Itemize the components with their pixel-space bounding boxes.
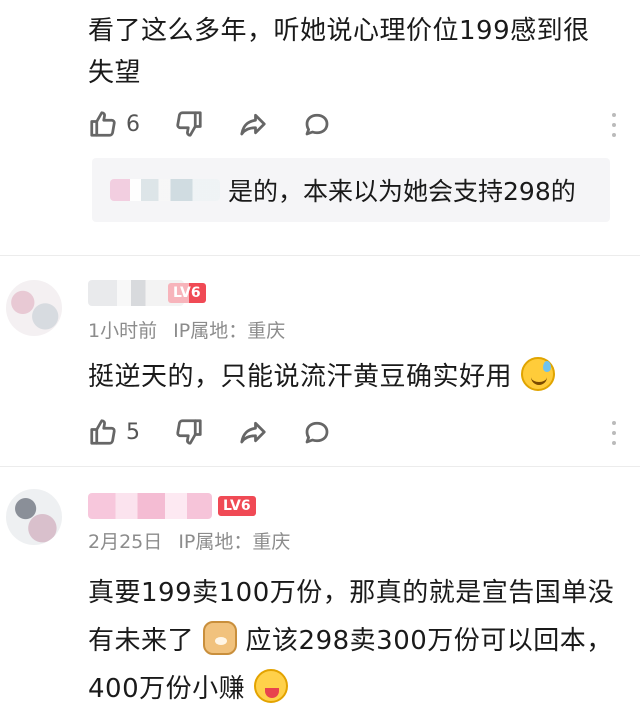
like-button[interactable]: 6 bbox=[88, 109, 140, 139]
comment-time: 1小时前 bbox=[88, 320, 158, 342]
ip-location: IP属地：重庆 bbox=[178, 531, 291, 553]
money-emoji-icon bbox=[253, 669, 288, 703]
share-button[interactable] bbox=[238, 109, 268, 139]
like-count: 6 bbox=[126, 111, 140, 137]
comment-time: 2月25日 bbox=[88, 531, 163, 553]
dislike-button[interactable] bbox=[174, 109, 204, 139]
comment-text: 真要199卖100万份，那真的就是宣告国单没有未来了 应该298卖300万份可以… bbox=[88, 569, 616, 713]
comment-2: LV6 1小时前 IP属地：重庆 挺逆天的，只能说流汗黄豆确实好用 5 bbox=[0, 256, 640, 466]
thumbs-down-icon bbox=[176, 111, 202, 137]
dislike-button[interactable] bbox=[174, 417, 204, 447]
thumbs-up-icon bbox=[90, 419, 116, 445]
more-vertical-icon[interactable] bbox=[610, 418, 618, 448]
comment-3: LV6 2月25日 IP属地：重庆 真要199卖100万份，那真的就是宣告国单没… bbox=[0, 467, 640, 726]
thumbs-down-icon bbox=[176, 419, 202, 445]
like-count: 5 bbox=[126, 419, 140, 445]
level-badge: LV6 bbox=[218, 496, 256, 516]
comment-body: 挺逆天的，只能说流汗黄豆确实好用 bbox=[88, 362, 513, 392]
level-badge: LV6 bbox=[168, 283, 206, 303]
avatar[interactable] bbox=[6, 489, 62, 545]
comment-actions: 5 bbox=[88, 416, 366, 448]
thumbs-up-icon bbox=[90, 111, 116, 137]
comment-actions: 6 bbox=[88, 108, 366, 140]
avatar[interactable] bbox=[6, 280, 62, 336]
doge-emoji-icon bbox=[202, 621, 237, 655]
comment-meta: 2月25日 IP属地：重庆 bbox=[88, 527, 300, 554]
username-blurred[interactable] bbox=[88, 493, 212, 519]
sweat-emoji-icon bbox=[520, 357, 555, 391]
comment-bubble-icon bbox=[305, 421, 329, 444]
comment-1: 看了这么多年，听她说心理价位199感到很失望 6 是的，本来以为她会支持298的 bbox=[0, 0, 640, 235]
comment-meta: 1小时前 IP属地：重庆 bbox=[88, 316, 295, 343]
comment-bubble-icon bbox=[305, 113, 329, 136]
ip-location: IP属地：重庆 bbox=[173, 320, 286, 342]
more-vertical-icon[interactable] bbox=[610, 110, 618, 140]
share-icon bbox=[240, 113, 266, 136]
comment-text: 看了这么多年，听她说心理价位199感到很失望 bbox=[88, 16, 590, 88]
reply-button[interactable] bbox=[302, 109, 332, 139]
reply-text: 是的，本来以为她会支持298的 bbox=[228, 177, 576, 206]
like-button[interactable]: 5 bbox=[88, 417, 140, 447]
share-button[interactable] bbox=[238, 417, 268, 447]
reply-username-blurred bbox=[110, 179, 220, 201]
reply-button[interactable] bbox=[302, 417, 332, 447]
reply-preview[interactable]: 是的，本来以为她会支持298的 bbox=[92, 158, 610, 222]
comment-text: 挺逆天的，只能说流汗黄豆确实好用 bbox=[88, 356, 616, 398]
share-icon bbox=[240, 421, 266, 444]
